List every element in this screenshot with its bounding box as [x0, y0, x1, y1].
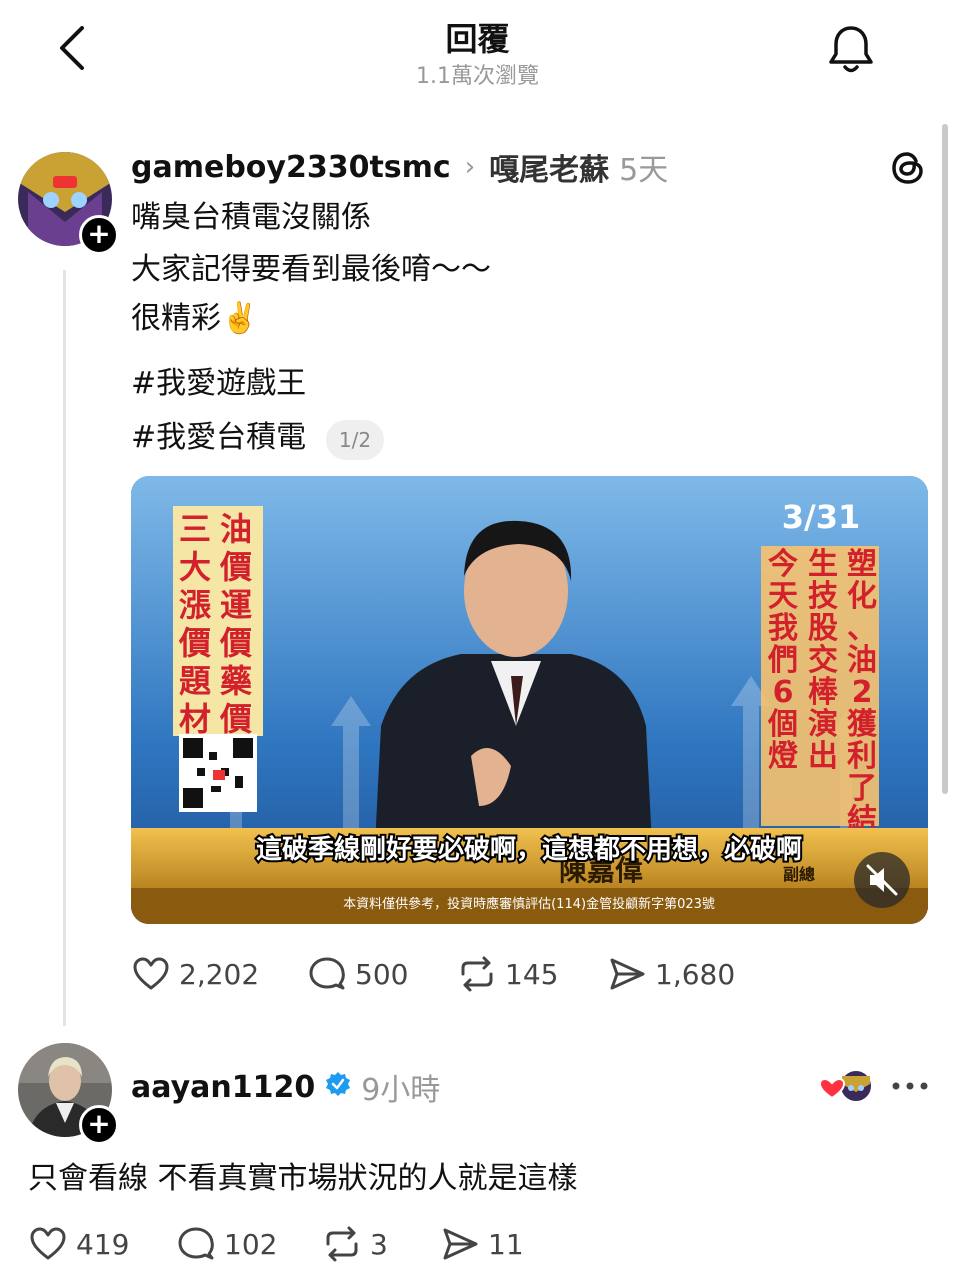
comment-button[interactable]: 500 — [307, 954, 457, 994]
video-left-text: 三大漲價題材 — [178, 510, 212, 738]
comment-count: 500 — [355, 957, 409, 991]
video-subtitle: 這破季線剛好要必破啊，這想都不用想，必破啊 — [256, 834, 802, 865]
speaker-muted-icon — [866, 864, 898, 896]
video-date: 3/31 — [782, 498, 860, 536]
threads-icon — [892, 152, 923, 184]
bell-icon — [829, 26, 873, 73]
replied-to-username[interactable]: 嘎尾老蘇 — [489, 145, 609, 189]
heart-icon — [133, 957, 169, 990]
comment-icon — [309, 957, 345, 990]
share-button[interactable]: 1,680 — [607, 954, 735, 994]
username[interactable]: gameboy2330tsmc — [131, 150, 451, 185]
video-left-text: 油價運價藥價 — [219, 510, 253, 738]
video-frame: 油價運價藥價 三大漲價題材 3/31 塑化、油 2 獲利了結 生技股交棒演出 今天我… — [131, 476, 928, 924]
post-header: aayan1120 9小時 — [131, 1066, 441, 1109]
chevron-right-icon: › — [464, 152, 476, 182]
verified-badge-icon — [325, 1070, 351, 1105]
send-icon — [610, 958, 645, 990]
more-options-button[interactable] — [888, 1070, 932, 1102]
post-header: gameboy2330tsmc › 嘎尾老蘇 5天 — [131, 145, 669, 189]
post-actions: 2,202 500 145 1,680 — [131, 954, 735, 994]
share-count: 11 — [488, 1227, 524, 1261]
threads-logo-button[interactable] — [888, 148, 928, 188]
media-page-indicator: 1/2 — [326, 420, 384, 460]
comment-count: 102 — [224, 1227, 278, 1261]
like-button[interactable]: 2,202 — [131, 954, 307, 994]
thread-line — [63, 270, 66, 1026]
heart-icon — [818, 1077, 846, 1100]
post-text-line: 很精彩✌️ — [131, 301, 259, 336]
reply-text: 只會看線 不看真實市場狀況的人就是這樣 — [28, 1161, 578, 1196]
video-player[interactable]: 油價運價藥價 三大漲價題材 3/31 塑化、油 2 獲利了結 生技股交棒演出 今天我… — [131, 476, 928, 924]
post-time: 5天 — [619, 153, 669, 188]
share-count: 1,680 — [655, 957, 736, 991]
ellipsis-icon — [892, 1082, 928, 1090]
comment-button[interactable]: 102 — [176, 1224, 322, 1264]
share-button[interactable]: 11 — [440, 1224, 524, 1264]
repost-count: 145 — [505, 957, 559, 991]
repost-button[interactable]: 145 — [457, 954, 607, 994]
reply-thread-page: 回覆 1.1萬次瀏覽 + gameboy2330tsmc › 嘎尾老蘇 5天 嘴… — [0, 0, 955, 1280]
comment-icon — [178, 1227, 214, 1260]
like-button[interactable]: 419 — [28, 1224, 176, 1264]
repost-count: 3 — [370, 1227, 388, 1261]
notification-button[interactable] — [826, 22, 876, 76]
follow-button[interactable]: + — [79, 1105, 119, 1145]
hashtag-link[interactable]: #我愛台積電 — [131, 417, 306, 459]
repost-icon — [326, 1226, 358, 1262]
post-text-line: 大家記得要看到最後唷～～ — [131, 252, 491, 287]
repost-icon — [461, 956, 493, 992]
hashtag-link[interactable]: #我愛遊戲王 — [131, 363, 306, 405]
video-role: 副總 — [783, 865, 815, 884]
post-time: 9小時 — [361, 1073, 441, 1108]
mute-button[interactable] — [854, 852, 910, 908]
view-count: 1.1萬次瀏覽 — [416, 64, 539, 89]
video-right-text: 生技股交棒演出 — [808, 547, 839, 774]
repost-button[interactable]: 3 — [322, 1224, 440, 1264]
heart-icon — [30, 1227, 66, 1260]
send-icon — [443, 1228, 478, 1260]
scrollbar[interactable] — [942, 124, 948, 794]
post-actions: 419 102 3 11 — [28, 1224, 524, 1264]
like-count: 2,202 — [179, 957, 260, 991]
page-title: 回覆 — [445, 20, 510, 58]
like-count: 419 — [76, 1227, 130, 1261]
liked-by-avatars[interactable] — [816, 1066, 876, 1106]
video-right-text: 今天我們 6 個燈 — [767, 547, 798, 774]
follow-button[interactable]: + — [79, 215, 119, 255]
post-text-line: 嘴臭台積電沒關係 — [131, 200, 371, 235]
video-disclaimer: 本資料僅供參考，投資時應審慎評估(114)金管投顧新字第023號 — [343, 896, 715, 912]
username[interactable]: aayan1120 — [131, 1070, 315, 1105]
